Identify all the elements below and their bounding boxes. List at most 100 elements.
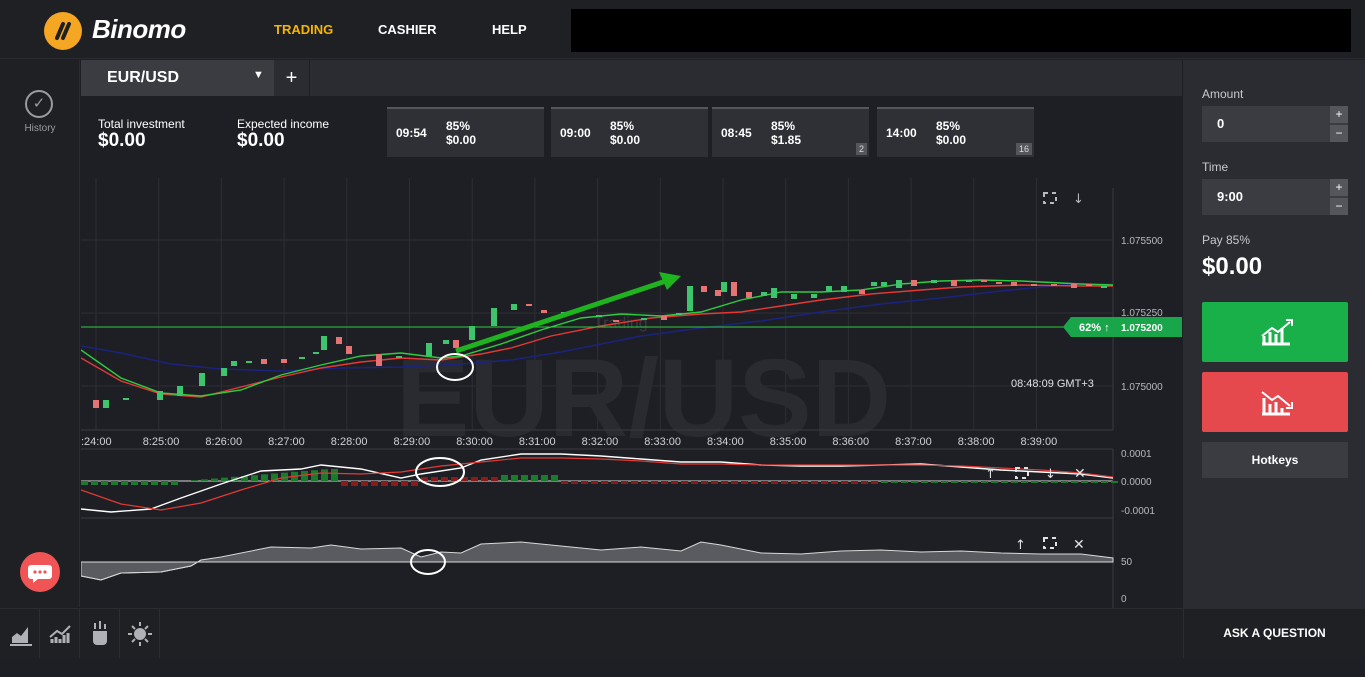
macd-level-label: 0.0001 [1121,449,1152,460]
area-chart-icon[interactable] [0,609,40,658]
candle [1031,284,1037,286]
chevron-down-icon[interactable]: ▼ [253,69,264,81]
nav-help[interactable]: HELP [492,22,527,37]
macd-histogram-bar [481,477,488,481]
payout-label: Pay 85% [1202,233,1251,247]
macd-histogram-bar [401,481,408,486]
amount-label: Amount [1202,87,1244,101]
macd-histogram-bar [921,481,928,483]
app-name[interactable]: Binomo [92,14,186,45]
time-increase-button[interactable]: + [1330,179,1348,196]
bottom-toolbar: ASK A QUESTION [0,608,1365,658]
current-price-percent: 62% ↑ [1079,322,1110,334]
macd-histogram-bar [831,481,838,484]
candle [721,282,727,292]
call-up-button[interactable] [1202,302,1348,362]
nav-cashier[interactable]: CASHIER [378,22,437,37]
trade-panel: Amount 0 + − Time 9:00 + − Pay 85% $0.00… [1183,60,1365,608]
macd-histogram-bar [751,481,758,484]
indicators-icon[interactable] [80,609,120,658]
candle [511,304,517,310]
macd-histogram-bar [111,481,118,485]
amount-input[interactable]: 0 + − [1202,106,1348,142]
candle [1086,284,1092,286]
deal-card[interactable]: 09:00 85% $0.00 [551,107,708,157]
macd-histogram-bar [191,480,198,481]
macd-histogram-bar [681,481,688,484]
time-axis-label: 8:34:00 [707,436,744,448]
arrow-up-icon[interactable]: ↑ [985,467,996,482]
arrow-down-icon[interactable]: ↓ [1045,467,1056,482]
put-down-button[interactable] [1202,372,1348,432]
chat-bubble-icon[interactable] [20,552,60,592]
time-input[interactable]: 9:00 + − [1202,179,1348,215]
macd-histogram-bar [1101,481,1108,483]
candle [859,290,865,294]
time-axis-label: 8:26:00 [205,436,242,448]
hotkeys-button[interactable]: Hotkeys [1202,442,1348,478]
macd-histogram-bar [211,478,218,481]
deal-percent: 85% [771,119,796,133]
time-axis-label: 8:29:00 [394,436,431,448]
sun-theme-icon[interactable] [120,609,160,658]
close-icon[interactable]: ✕ [1074,466,1086,482]
macd-histogram-bar [861,481,868,484]
time-value[interactable]: 9:00 [1217,189,1243,204]
nav-trading[interactable]: TRADING [274,22,333,37]
macd-histogram-bar [221,477,228,481]
deal-amount: $1.85 [771,133,802,147]
macd-histogram-bar [761,481,768,484]
time-decrease-button[interactable]: − [1330,198,1348,215]
fullscreen-icon[interactable] [1043,192,1057,204]
history-label[interactable]: History [0,123,80,134]
price-chart[interactable]: EUR/USD Trading 1.075500 1.075250 1.0750… [81,168,1182,608]
expected-income-value: $0.00 [237,130,285,151]
deal-card[interactable]: 08:45 85% $1.85 2 [712,107,869,157]
deal-percent: 85% [936,119,961,133]
candle [731,282,737,296]
asset-tab[interactable]: EUR/USD ▼ [81,60,274,96]
candle [261,359,267,364]
line-chart-icon[interactable] [40,609,80,658]
time-axis-label: 8:25:00 [143,436,180,448]
macd-histogram-bar [711,481,718,484]
candle [246,361,252,363]
amount-value[interactable]: 0 [1217,116,1224,131]
candle [771,288,777,298]
add-asset-button[interactable]: + [274,60,310,96]
macd-histogram-bar [811,481,818,484]
close-icon[interactable]: ✕ [1073,537,1085,553]
deal-card[interactable]: 09:54 85% $0.00 [387,107,544,157]
arrow-up-icon[interactable]: ↑ [1015,538,1026,553]
candle [791,294,797,299]
candle [103,400,109,408]
macd-histogram-bar [1111,481,1118,483]
macd-histogram-bar [331,469,338,481]
fullscreen-icon[interactable] [1043,537,1057,549]
amount-decrease-button[interactable]: − [1330,125,1348,142]
history-check-icon[interactable]: ✓ [25,90,53,118]
candle [526,304,532,306]
candle [996,282,1002,284]
price-level-label: 1.075000 [1121,382,1163,393]
macd-histogram-bar [541,475,548,481]
deal-card[interactable]: 14:00 85% $0.00 16 [877,107,1034,157]
candle [841,286,847,292]
candle [177,386,183,396]
chart-area[interactable]: EUR/USD Trading 1.075500 1.075250 1.0750… [81,168,1182,608]
macd-histogram-bar [591,481,598,484]
ask-question-button[interactable]: ASK A QUESTION [1183,609,1365,658]
candle [313,352,319,354]
oscillator-level-label: 50 [1121,557,1133,568]
candle [93,400,99,408]
macd-histogram-bar [971,481,978,483]
amount-increase-button[interactable]: + [1330,106,1348,123]
server-clock: 08:48:09 GMT+3 [1011,378,1094,390]
macd-level-label: 0.0000 [1121,477,1152,488]
macd-histogram-bar [621,481,628,484]
macd-histogram-bar [121,481,128,485]
asset-name: EUR/USD [107,69,180,86]
binomo-logo-icon[interactable] [44,12,82,50]
arrow-down-icon[interactable]: ↓ [1073,192,1084,207]
macd-histogram-bar [781,481,788,484]
